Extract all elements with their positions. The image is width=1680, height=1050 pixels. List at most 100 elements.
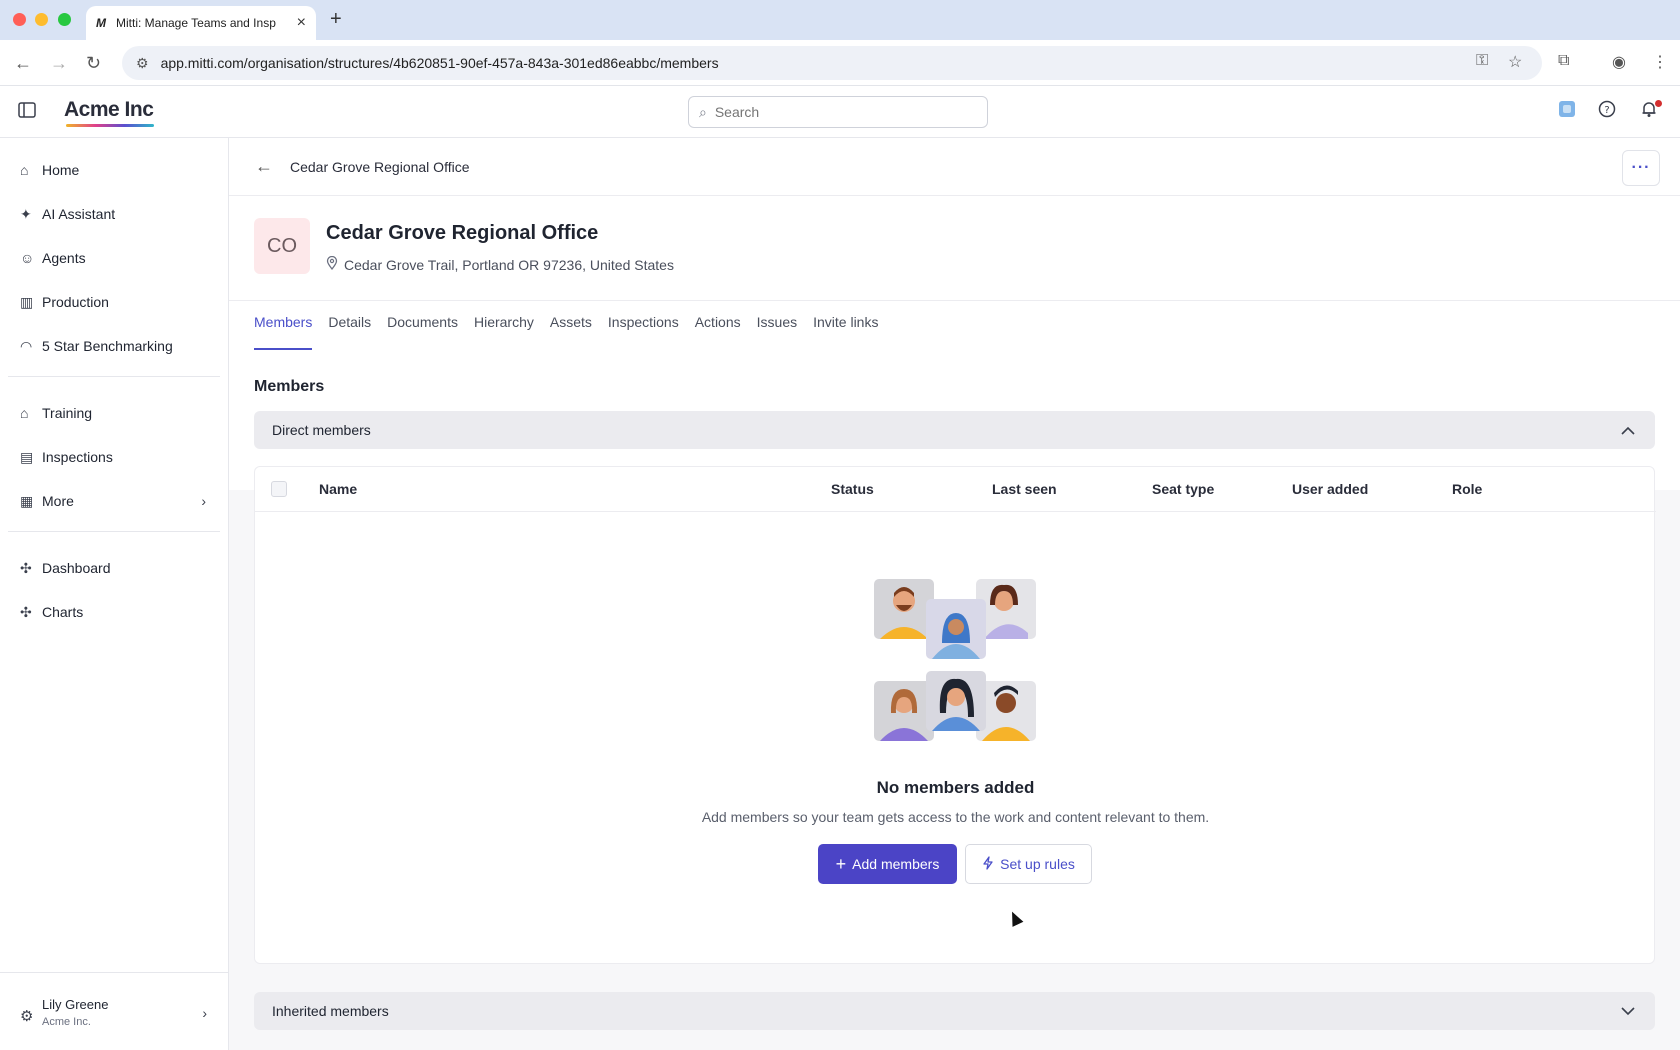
direct-members-accordion[interactable]: Direct members [254, 411, 1655, 449]
sidebar-divider [8, 376, 220, 377]
browser-tab[interactable]: M Mitti: Manage Teams and Insp × [86, 6, 316, 40]
profile-icon[interactable]: ◉ [1612, 52, 1626, 72]
tab-documents[interactable]: Documents [387, 312, 458, 352]
back-arrow-icon[interactable]: ← [14, 53, 32, 74]
tab-issues[interactable]: Issues [757, 312, 797, 352]
sidebar-item-label: 5 Star Benchmarking [42, 338, 173, 354]
empty-state-title: No members added [876, 778, 1035, 797]
kebab-menu-icon[interactable]: ⋮ [1652, 52, 1668, 72]
page-title: Cedar Grove Regional Office [326, 222, 599, 244]
main-content: ← Cedar Grove Regional Office ··· CO Ced… [229, 138, 1680, 1050]
key-icon[interactable]: ⚿ [1476, 52, 1488, 70]
column-header-last-seen[interactable]: Last seen [992, 481, 1057, 497]
close-tab-icon[interactable]: × [297, 14, 306, 32]
close-window-button[interactable] [13, 13, 26, 26]
home-icon: ⌂ [20, 162, 29, 178]
tab-assets[interactable]: Assets [550, 312, 592, 352]
user-name: Lily Greene [42, 997, 109, 1012]
search-icon: ⌕ [699, 103, 707, 120]
accordion-label: Inherited members [272, 1003, 389, 1019]
app-header: Acme Inc ⌕ ? [0, 86, 1680, 138]
address-bar[interactable]: ⚙ app.mitti.com/organisation/structures/… [122, 46, 1542, 80]
sidebar-item-production[interactable]: ▥ Production [8, 284, 220, 320]
sidebar-item-home[interactable]: ⌂ Home [8, 152, 220, 188]
sidebar-item-label: Charts [42, 604, 84, 620]
user-org: Acme Inc. [42, 1016, 91, 1028]
chevron-down-icon [1621, 1003, 1635, 1019]
sidebar-toggle-icon[interactable] [18, 102, 36, 123]
search-input[interactable] [714, 104, 965, 120]
sidebar-item-training[interactable]: ⌂ Training [8, 395, 220, 431]
column-header-seat-type[interactable]: Seat type [1152, 481, 1214, 497]
column-header-user-added[interactable]: User added [1292, 481, 1368, 497]
sidebar-item-label: Dashboard [42, 560, 111, 576]
column-header-name[interactable]: Name [319, 481, 357, 497]
tab-inspections[interactable]: Inspections [608, 312, 679, 352]
sidebar-item-agents[interactable]: ☺ Agents [8, 240, 220, 276]
select-all-checkbox[interactable] [271, 481, 287, 497]
user-menu[interactable]: ⚙ Lily Greene Acme Inc. › [0, 972, 229, 1050]
table-header: Name Status Last seen Seat type User add… [255, 467, 1656, 512]
help-icon[interactable]: ? [1598, 100, 1616, 123]
more-options-button[interactable]: ··· [1622, 150, 1660, 186]
notification-dot [1655, 100, 1662, 107]
tab-favicon-icon: M [96, 16, 106, 30]
button-label: Set up rules [1000, 856, 1075, 872]
browser-toolbar: ← → ↻ ⚙ app.mitti.com/organisation/struc… [0, 40, 1680, 86]
star-icon[interactable]: ☆ [1508, 52, 1522, 72]
inherited-members-accordion[interactable]: Inherited members [254, 992, 1655, 1030]
puzzle-icon: ✣ [20, 559, 32, 576]
new-tab-button[interactable]: + [330, 8, 342, 31]
tab-actions[interactable]: Actions [695, 312, 741, 352]
plus-icon: + [835, 853, 847, 874]
tab-details[interactable]: Details [328, 312, 371, 352]
sparkle-icon: ✦ [20, 205, 32, 222]
gear-icon: ⚙ [20, 1008, 34, 1025]
tab-hierarchy[interactable]: Hierarchy [474, 312, 534, 352]
sidebar: ⌂ Home ✦ AI Assistant ☺ Agents ▥ Product… [0, 138, 229, 1050]
forward-arrow-icon[interactable]: → [50, 53, 68, 74]
extensions-icon[interactable]: ⧉ [1558, 52, 1569, 70]
sidebar-item-charts[interactable]: ✣ Charts [8, 594, 220, 630]
sidebar-item-inspections[interactable]: ▤ Inspections [8, 439, 220, 475]
tab-members[interactable]: Members [254, 312, 313, 352]
sidebar-item-ai-assistant[interactable]: ✦ AI Assistant [8, 196, 220, 232]
maximize-window-button[interactable] [58, 13, 71, 26]
app-launcher-icon[interactable] [1558, 100, 1576, 123]
search-box[interactable]: ⌕ [688, 96, 988, 128]
tab-invite-links[interactable]: Invite links [813, 312, 878, 352]
set-up-rules-button[interactable]: Set up rules [965, 844, 1092, 884]
minimize-window-button[interactable] [35, 13, 48, 26]
tab-bar: Members Details Documents Hierarchy Asse… [254, 312, 894, 352]
back-arrow-icon[interactable]: ← [255, 156, 273, 177]
add-members-button[interactable]: + Add members [818, 844, 957, 884]
sidebar-item-label: More [42, 493, 74, 509]
sidebar-item-label: AI Assistant [42, 206, 116, 222]
sidebar-item-label: Production [42, 294, 109, 310]
sidebar-item-label: Home [42, 162, 80, 178]
sidebar-item-label: Training [42, 405, 93, 421]
site-settings-icon[interactable]: ⚙ [136, 55, 149, 72]
location-pin-icon [326, 255, 338, 273]
clipboard-icon: ▤ [20, 448, 34, 465]
browser-tab-bar: M Mitti: Manage Teams and Insp × + [0, 0, 1680, 40]
section-title: Members [254, 378, 325, 395]
accordion-label: Direct members [272, 422, 371, 438]
lightning-icon [982, 855, 994, 873]
grid-icon: ▦ [20, 492, 34, 509]
puzzle-icon: ✣ [20, 603, 32, 620]
gauge-icon: ◠ [20, 337, 33, 354]
members-table: Name Status Last seen Seat type User add… [254, 466, 1656, 964]
reload-icon[interactable]: ↻ [86, 53, 101, 74]
brand-logo[interactable]: Acme Inc [64, 98, 154, 122]
chevron-right-icon: › [201, 493, 206, 509]
sidebar-item-more[interactable]: ▦ More › [8, 483, 220, 519]
sidebar-item-dashboard[interactable]: ✣ Dashboard [8, 550, 220, 586]
chevron-up-icon [1621, 422, 1635, 438]
empty-state-subtitle: Add members so your team gets access to … [701, 809, 1210, 825]
column-header-status[interactable]: Status [831, 481, 874, 497]
org-address: Cedar Grove Trail, Portland OR 97236, Un… [326, 255, 674, 273]
chevron-right-icon: › [202, 1005, 207, 1021]
column-header-role[interactable]: Role [1452, 481, 1482, 497]
sidebar-item-5-star-benchmarking[interactable]: ◠ 5 Star Benchmarking [8, 328, 220, 364]
